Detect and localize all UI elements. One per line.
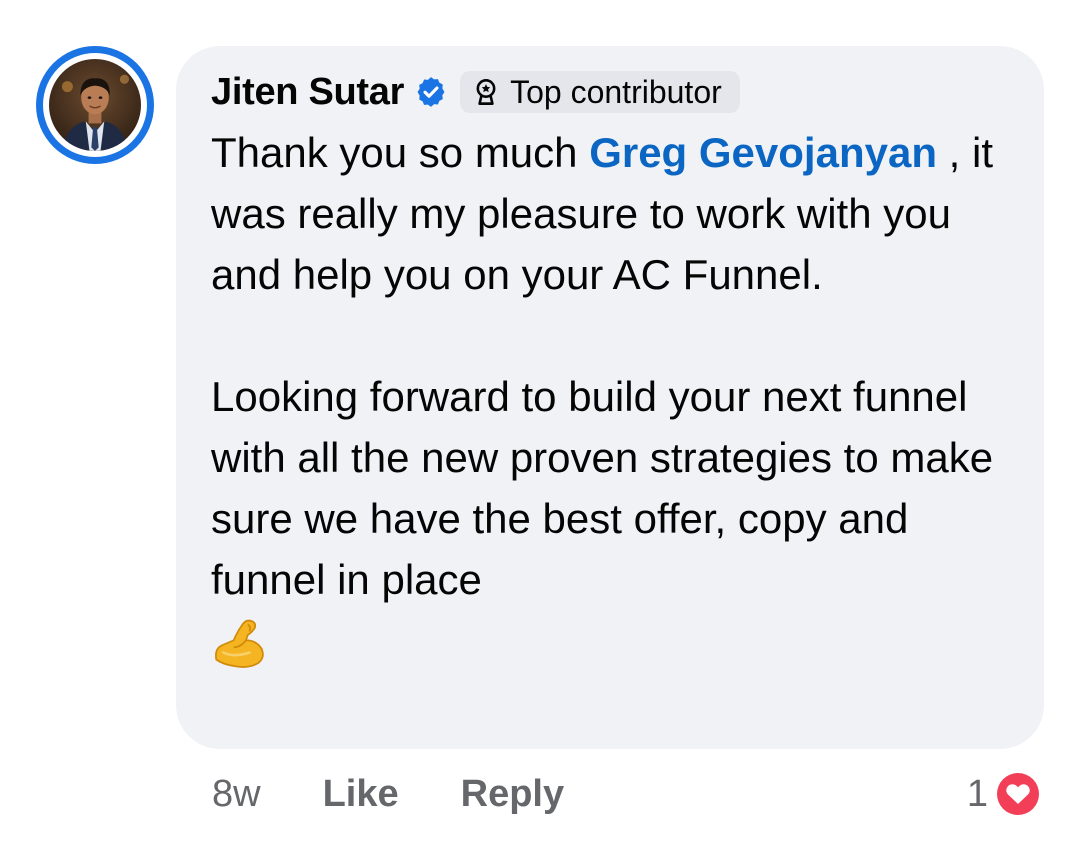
avatar[interactable] — [49, 59, 141, 151]
heart-icon — [994, 770, 1042, 818]
author-name[interactable]: Jiten Sutar — [211, 71, 404, 114]
flexed-biceps-emoji-icon — [215, 619, 264, 668]
comment-intro-text: Thank you so much — [211, 129, 590, 176]
like-button[interactable]: Like — [323, 773, 399, 816]
mention-link[interactable]: Greg Gevojanyan — [589, 129, 937, 176]
verified-badge-icon — [417, 77, 445, 107]
comment-header: Jiten Sutar Top contributor — [211, 68, 740, 116]
reaction-summary[interactable]: 1 — [967, 768, 1044, 820]
avatar-story-ring[interactable] — [36, 46, 154, 164]
comment-paragraph-2: Looking forward to build your next funne… — [211, 373, 994, 603]
comment-actions: 8w Like Reply — [212, 768, 564, 820]
comment-text: Thank you so much Greg Gevojanyan , it w… — [211, 122, 1011, 670]
top-contributor-icon — [476, 79, 496, 105]
badge-label: Top contributor — [510, 73, 722, 110]
reply-button[interactable]: Reply — [461, 773, 564, 816]
top-contributor-badge[interactable]: Top contributor — [460, 71, 740, 113]
comment-paragraph-1: Thank you so much Greg Gevojanyan , it w… — [211, 122, 1011, 305]
comment-bubble: Jiten Sutar Top contributor Thank you so… — [176, 46, 1044, 749]
comment-timestamp[interactable]: 8w — [212, 773, 261, 816]
reaction-count: 1 — [966, 772, 988, 815]
avatar-frame — [43, 53, 147, 157]
